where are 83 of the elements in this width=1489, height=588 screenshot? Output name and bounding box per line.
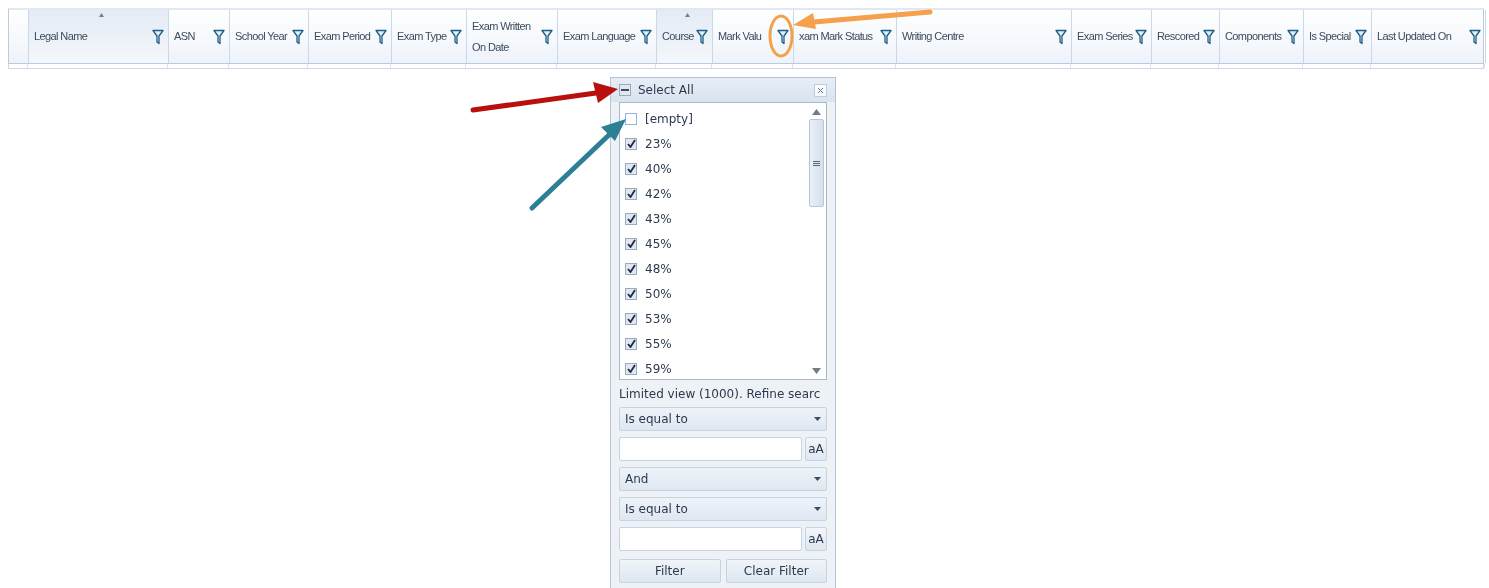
filter-icon[interactable]	[213, 28, 225, 45]
input-field[interactable]	[619, 527, 802, 551]
close-icon[interactable]	[814, 83, 827, 97]
filter-icon[interactable]	[1355, 28, 1367, 45]
highlight-circle	[768, 14, 794, 58]
caret-icon	[814, 417, 821, 421]
check-icon	[626, 139, 636, 148]
checkbox[interactable]	[625, 337, 637, 350]
filter-button[interactable]: Filter	[619, 559, 721, 583]
caret-icon	[814, 477, 821, 481]
filter-icon[interactable]	[1287, 28, 1299, 45]
column-header[interactable]: Exam Series	[1072, 10, 1152, 63]
checkbox[interactable]	[625, 187, 637, 200]
scrollbar-thumb[interactable]	[809, 119, 824, 207]
column-header[interactable]: Writing Centre	[897, 10, 1072, 63]
value-label: 53%	[645, 311, 672, 326]
check-icon	[626, 314, 636, 323]
column-header[interactable]: Course	[657, 10, 713, 63]
filter-icon[interactable]	[1135, 28, 1147, 45]
check-icon	[626, 214, 636, 223]
clear-filter-button[interactable]: Clear Filter	[725, 559, 827, 583]
column-header[interactable]: Rescored	[1152, 10, 1220, 63]
case-button[interactable]: aA	[805, 527, 827, 551]
operator-dropdown[interactable]: Is equal to	[619, 497, 827, 521]
caret-icon	[814, 507, 821, 511]
value-label: 43%	[645, 211, 672, 226]
checkbox[interactable]	[625, 212, 637, 225]
filter-icon[interactable]	[1055, 28, 1067, 45]
check-icon	[626, 289, 636, 298]
value-label: 23%	[645, 136, 672, 151]
filter-icon[interactable]	[152, 28, 164, 45]
value-label: 40%	[645, 161, 672, 176]
column-header[interactable]: Exam Period	[309, 10, 392, 63]
column-header[interactable]: Legal Name	[29, 10, 169, 63]
column-header[interactable]: Is Special	[1304, 10, 1372, 63]
check-icon	[626, 264, 636, 273]
value-label: 55%	[645, 336, 672, 351]
filter-icon[interactable]	[696, 28, 708, 45]
column-header[interactable]: Last Updated On	[1372, 10, 1486, 63]
checkbox[interactable]	[625, 262, 637, 275]
column-header[interactable]: Exam Type	[392, 10, 467, 63]
operator-dropdown[interactable]: Is equal to	[619, 407, 827, 431]
check-icon	[626, 239, 636, 248]
checkbox[interactable]	[625, 162, 637, 175]
checkbox[interactable]	[625, 362, 637, 375]
column-header[interactable]: Components	[1220, 10, 1304, 63]
value-label: 50%	[645, 286, 672, 301]
filter-icon[interactable]	[1203, 28, 1215, 45]
filter-icon[interactable]	[777, 28, 789, 45]
value-label: [empty]	[645, 111, 693, 126]
filter-icon[interactable]	[450, 28, 462, 45]
check-icon	[626, 364, 636, 373]
case-button[interactable]: aA	[805, 437, 827, 461]
checkbox[interactable]	[625, 112, 637, 125]
operator-dropdown[interactable]: And	[619, 467, 827, 491]
checkbox[interactable]	[625, 137, 637, 150]
value-label: 42%	[645, 186, 672, 201]
column-header[interactable]: Mark Valu	[713, 10, 794, 63]
check-icon	[626, 164, 636, 173]
value-label: 45%	[645, 236, 672, 251]
scroll-down-icon[interactable]	[812, 368, 821, 374]
check-icon	[626, 339, 636, 348]
value-label: 48%	[645, 261, 672, 276]
filter-icon[interactable]	[541, 28, 553, 45]
limit-notice: Limited view (1000). Refine searc	[619, 387, 822, 403]
checkbox[interactable]	[625, 287, 637, 300]
filter-icon[interactable]	[1469, 28, 1481, 45]
checkbox[interactable]	[625, 312, 637, 325]
column-header[interactable]: School Year	[230, 10, 309, 63]
checkbox[interactable]	[619, 84, 631, 96]
minus-icon	[621, 89, 629, 91]
checkbox[interactable]	[625, 237, 637, 250]
select-all-label: Select All	[638, 83, 695, 97]
scroll-up-icon[interactable]	[812, 109, 821, 115]
filter-icon[interactable]	[375, 28, 387, 45]
column-header[interactable]: ASN	[169, 10, 230, 63]
check-icon	[626, 189, 636, 198]
filter-icon[interactable]	[292, 28, 304, 45]
input-field[interactable]	[619, 437, 802, 461]
filter-icon[interactable]	[640, 28, 652, 45]
column-header[interactable]: Exam Written On Date	[467, 10, 558, 63]
value-label: 59%	[645, 361, 672, 376]
filter-icon[interactable]	[880, 28, 892, 45]
